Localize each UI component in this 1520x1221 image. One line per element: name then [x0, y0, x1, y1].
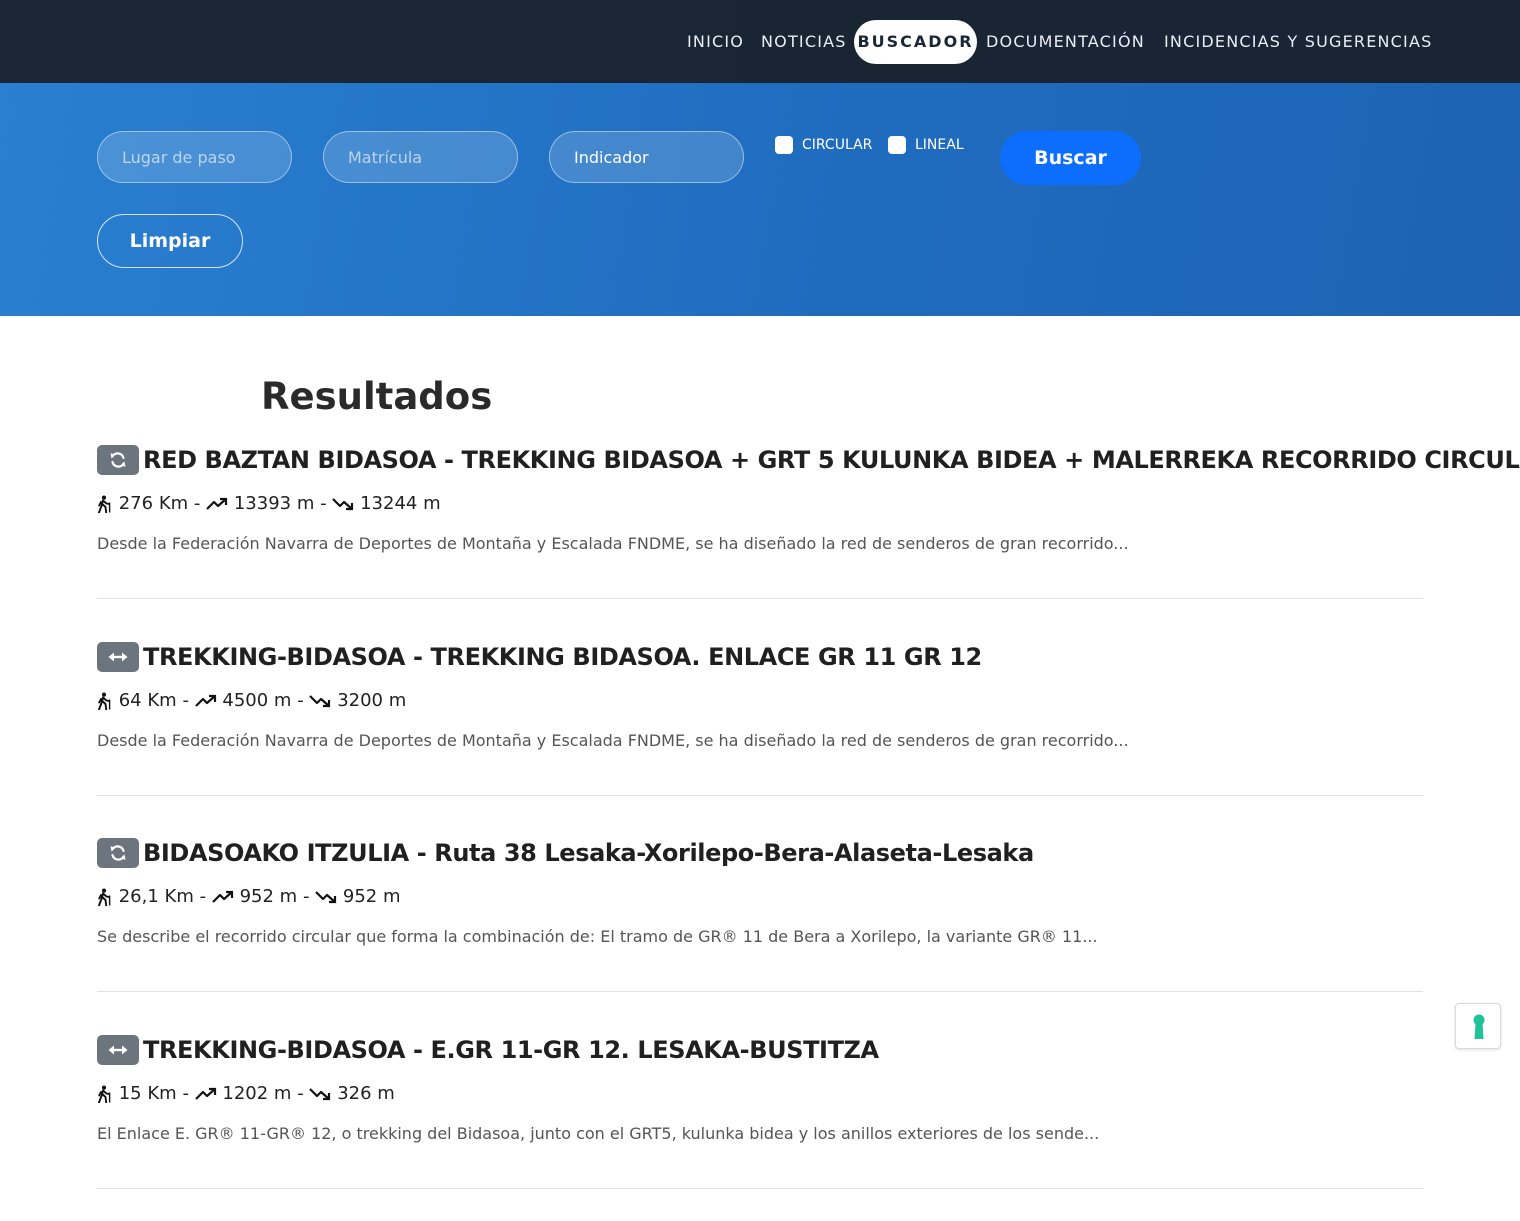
linear-arrows-icon: [108, 1045, 128, 1055]
linear-route-badge: [97, 1035, 139, 1065]
result-item: TREKKING-BIDASOA - E.GR 11-GR 12. LESAKA…: [97, 1024, 1423, 1221]
top-navigation: INICIO NOTICIAS BUSCADOR DOCUMENTACIÓN I…: [0, 0, 1520, 83]
nav-incidencias-sugerencias[interactable]: INCIDENCIAS Y SUGERENCIAS: [1164, 20, 1432, 64]
circular-checkbox[interactable]: [775, 136, 793, 154]
distance-value: 26,1 Km: [118, 886, 194, 907]
result-divider: [97, 795, 1423, 796]
trending-down-icon: [332, 498, 354, 511]
lineal-label: LINEAL: [915, 137, 964, 153]
lugar-de-paso-input[interactable]: [122, 132, 282, 182]
results-heading: Resultados: [261, 375, 493, 418]
ascent-value: 1202 m: [222, 1083, 292, 1104]
nav-documentacion[interactable]: DOCUMENTACIÓN: [986, 20, 1145, 64]
stat-separator: -: [320, 493, 327, 514]
circular-route-badge: [97, 445, 139, 475]
limpiar-button[interactable]: Limpiar: [97, 214, 243, 268]
circular-refresh-icon: [110, 452, 126, 468]
hiker-icon: [98, 692, 111, 711]
stat-separator: -: [297, 1083, 304, 1104]
result-title-link[interactable]: TREKKING-BIDASOA - TREKKING BIDASOA. ENL…: [143, 637, 982, 677]
lineal-checkbox[interactable]: [888, 136, 906, 154]
distance-value: 15 Km: [118, 1083, 177, 1104]
trending-up-icon: [194, 1087, 216, 1100]
nav-noticias[interactable]: NOTICIAS: [761, 20, 847, 64]
result-divider: [97, 991, 1423, 992]
stat-separator: -: [199, 886, 207, 907]
trending-up-icon: [206, 497, 228, 510]
circular-refresh-icon: [110, 845, 126, 861]
result-stats: 15 Km - 1202 m - 326 m: [97, 1082, 395, 1106]
stat-separator: -: [182, 690, 189, 711]
nav-buscador[interactable]: BUSCADOR: [854, 20, 977, 64]
ascent-value: 4500 m: [222, 690, 292, 711]
linear-arrows-icon: [108, 652, 128, 662]
linear-route-badge: [97, 642, 139, 672]
result-item: RED BAZTAN BIDASOA - TREKKING BIDASOA + …: [97, 434, 1520, 631]
nav-inicio[interactable]: INICIO: [687, 20, 744, 64]
stat-separator: -: [297, 690, 304, 711]
result-divider: [97, 598, 1423, 599]
stat-separator: -: [302, 886, 310, 907]
ascent-value: 13393 m: [233, 493, 315, 514]
search-panel: CIRCULAR LINEAL Buscar Limpiar: [0, 83, 1520, 316]
descent-value: 952 m: [342, 886, 401, 907]
result-description: Se describe el recorrido circular que fo…: [97, 927, 1098, 946]
trending-down-icon: [309, 1088, 331, 1101]
result-description: Desde la Federación Navarra de Deportes …: [97, 731, 1129, 750]
distance-value: 64 Km: [118, 690, 177, 711]
result-description: El Enlace E. GR® 11-GR® 12, o trekking d…: [97, 1124, 1100, 1143]
result-item: BIDASOAKO ITZULIA - Ruta 38 Lesaka-Xoril…: [97, 827, 1423, 1024]
trending-up-icon: [212, 890, 233, 903]
result-description: Desde la Federación Navarra de Deportes …: [97, 534, 1129, 553]
accessibility-widget-button[interactable]: [1455, 1003, 1501, 1049]
result-divider: [97, 1188, 1423, 1189]
indicador-input[interactable]: [574, 132, 734, 182]
descent-value: 3200 m: [337, 690, 407, 711]
result-stats: 26,1 Km - 952 m - 952 m: [97, 885, 401, 909]
hiker-icon: [98, 495, 111, 514]
trending-up-icon: [194, 694, 216, 707]
descent-value: 326 m: [337, 1083, 395, 1104]
circular-label: CIRCULAR: [802, 137, 873, 153]
ascent-value: 952 m: [239, 886, 298, 907]
result-item: TREKKING-BIDASOA - TREKKING BIDASOA. ENL…: [97, 631, 1423, 828]
descent-value: 13244 m: [360, 493, 441, 514]
trending-down-icon: [315, 891, 337, 904]
keyhole-icon: [1473, 1014, 1485, 1039]
lugar-de-paso-field[interactable]: [97, 131, 292, 183]
matricula-input[interactable]: [348, 132, 508, 182]
stat-separator: -: [193, 493, 201, 514]
circular-route-badge: [97, 838, 139, 868]
hiker-icon: [98, 888, 111, 907]
result-stats: 64 Km - 4500 m - 3200 m: [97, 689, 406, 713]
result-title-link[interactable]: TREKKING-BIDASOA - E.GR 11-GR 12. LESAKA…: [143, 1030, 879, 1070]
distance-value: 276 Km: [118, 493, 189, 514]
buscar-button[interactable]: Buscar: [1000, 131, 1141, 185]
stat-separator: -: [182, 1083, 189, 1104]
result-stats: 276 Km - 13393 m - 13244 m: [97, 492, 441, 516]
indicador-field[interactable]: [549, 131, 744, 183]
trending-down-icon: [309, 695, 331, 708]
matricula-field[interactable]: [323, 131, 518, 183]
result-title-link[interactable]: BIDASOAKO ITZULIA - Ruta 38 Lesaka-Xoril…: [143, 833, 1034, 873]
hiker-icon: [98, 1085, 111, 1104]
result-title-link[interactable]: RED BAZTAN BIDASOA - TREKKING BIDASOA + …: [143, 440, 1520, 480]
